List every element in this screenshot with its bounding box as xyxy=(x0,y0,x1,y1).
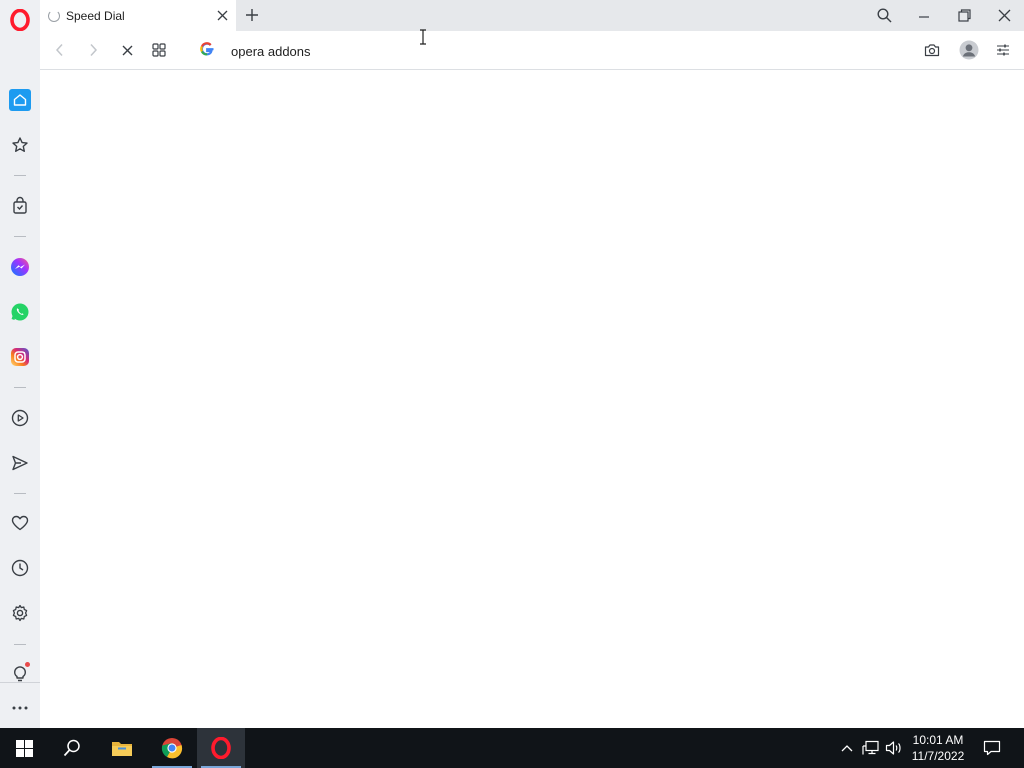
sidebar-item-history[interactable] xyxy=(6,554,34,582)
sidebar-item-player[interactable] xyxy=(6,404,34,432)
back-button[interactable] xyxy=(49,39,71,61)
send-icon xyxy=(12,455,28,471)
chrome-icon xyxy=(161,738,183,759)
speaker-icon xyxy=(885,741,901,755)
close-icon xyxy=(122,45,132,55)
tab-title: Speed Dial xyxy=(66,8,125,23)
sidebar-item-home[interactable] xyxy=(9,89,31,111)
player-icon xyxy=(11,409,29,427)
forward-button[interactable] xyxy=(82,39,104,61)
clock-date: 11/7/2022 xyxy=(911,749,965,763)
sidebar-item-bookmarks[interactable] xyxy=(6,131,34,159)
profile-button[interactable] xyxy=(958,39,980,61)
search-icon xyxy=(63,739,80,757)
grid-icon xyxy=(152,43,166,57)
avatar-icon xyxy=(959,40,979,60)
snapshot-button[interactable] xyxy=(921,39,943,61)
page-content[interactable] xyxy=(40,70,1024,728)
home-icon xyxy=(13,94,27,106)
star-icon xyxy=(12,137,28,152)
chevron-left-icon xyxy=(55,43,63,57)
restore-icon xyxy=(957,8,971,22)
instagram-icon xyxy=(11,348,29,366)
notification-dot xyxy=(25,662,30,667)
camera-icon xyxy=(924,44,940,57)
tab-speed-dial[interactable]: Speed Dial xyxy=(40,0,236,31)
tab-strip: Speed Dial xyxy=(40,0,1024,31)
sidebar-item-settings[interactable] xyxy=(6,599,34,627)
opera-menu-icon[interactable] xyxy=(10,8,30,32)
show-hidden-icons-button[interactable] xyxy=(838,728,856,768)
volume-tray-button[interactable] xyxy=(884,728,904,768)
opera-button[interactable] xyxy=(197,728,245,768)
sidebar-item-flow[interactable] xyxy=(6,449,34,477)
opera-icon xyxy=(211,737,231,759)
address-toolbar xyxy=(40,31,1024,70)
heart-icon xyxy=(11,515,29,531)
file-explorer-button[interactable] xyxy=(98,728,146,768)
messenger-icon xyxy=(11,258,29,276)
search-icon xyxy=(876,7,892,23)
easy-setup-button[interactable] xyxy=(992,39,1014,61)
restore-button[interactable] xyxy=(951,3,977,27)
close-icon xyxy=(998,9,1010,21)
sidebar-item-whatsapp[interactable] xyxy=(6,298,34,326)
loading-spinner-icon xyxy=(48,9,60,22)
network-tray-button[interactable] xyxy=(860,728,882,768)
google-icon xyxy=(199,41,215,57)
plus-icon xyxy=(246,9,258,21)
speed-dial-button[interactable] xyxy=(148,39,170,61)
network-icon xyxy=(862,740,879,755)
stop-loading-button[interactable] xyxy=(116,39,138,61)
settings-icon xyxy=(12,604,28,622)
start-button[interactable] xyxy=(0,728,48,768)
start-icon xyxy=(15,739,33,757)
taskbar: 10:01 AM 11/7/2022 xyxy=(0,728,1024,768)
sidebar xyxy=(0,0,40,728)
file-explorer-icon xyxy=(112,742,132,756)
sidebar-item-more[interactable] xyxy=(6,694,34,722)
sidebar-item-shopping[interactable] xyxy=(6,192,34,220)
chevron-up-icon xyxy=(841,745,853,752)
chevron-right-icon xyxy=(90,43,98,57)
sliders-icon xyxy=(997,44,1009,56)
history-icon xyxy=(11,559,29,577)
taskbar-search-button[interactable] xyxy=(48,728,96,768)
sidebar-item-pinboards[interactable] xyxy=(6,509,34,537)
close-icon xyxy=(217,10,227,21)
tab-close-button[interactable] xyxy=(212,6,232,26)
more-icon xyxy=(12,706,28,710)
tab-search-button[interactable] xyxy=(871,3,897,27)
new-tab-button[interactable] xyxy=(242,5,262,25)
taskbar-clock[interactable]: 10:01 AM 11/7/2022 xyxy=(906,732,970,764)
minimize-icon xyxy=(919,16,929,18)
notification-icon xyxy=(983,740,1001,756)
clock-time: 10:01 AM xyxy=(912,733,964,747)
shopping-bag-icon xyxy=(13,196,27,214)
sidebar-item-messenger[interactable] xyxy=(6,253,34,281)
text-cursor-icon xyxy=(418,29,428,45)
whatsapp-icon xyxy=(11,303,29,321)
minimize-button[interactable] xyxy=(911,3,937,27)
address-input[interactable] xyxy=(231,42,851,60)
sidebar-item-instagram[interactable] xyxy=(6,343,34,371)
close-window-button[interactable] xyxy=(991,3,1017,27)
chrome-button[interactable] xyxy=(148,728,196,768)
action-center-button[interactable] xyxy=(978,728,1006,768)
